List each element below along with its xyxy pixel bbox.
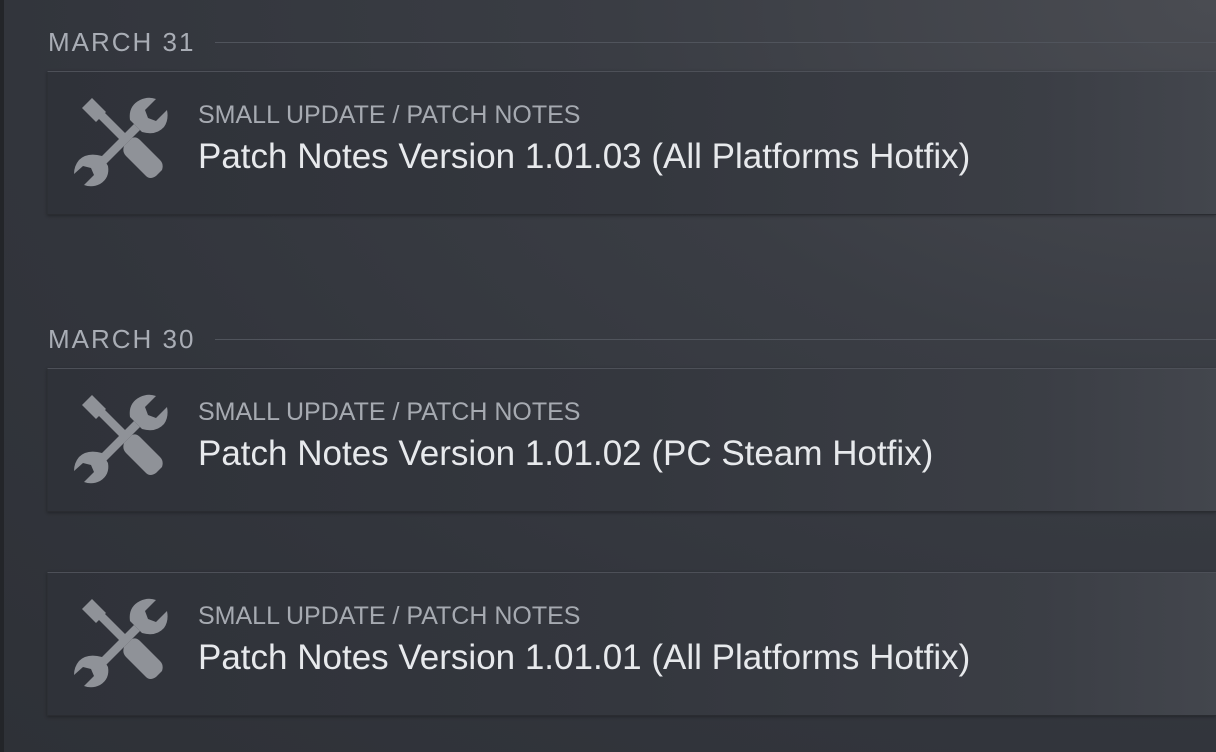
event-title[interactable]: Patch Notes Version 1.01.03 (All Platfor… [198, 137, 970, 177]
section-header-march-31: MARCH 31 [48, 26, 1216, 57]
event-category: SMALL UPDATE / PATCH NOTES [198, 602, 581, 630]
section-date: MARCH 30 [48, 323, 196, 354]
tools-icon [74, 598, 168, 688]
section-header-march-30: MARCH 30 [48, 323, 1216, 354]
event-title[interactable]: Patch Notes Version 1.01.02 (PC Steam Ho… [198, 434, 933, 474]
event-category: SMALL UPDATE / PATCH NOTES [198, 398, 581, 426]
event-card[interactable]: SMALL UPDATE / PATCH NOTES Patch Notes V… [47, 572, 1216, 716]
window-left-edge [0, 0, 4, 752]
event-category: SMALL UPDATE / PATCH NOTES [198, 101, 581, 129]
section-divider [215, 41, 1216, 43]
event-title[interactable]: Patch Notes Version 1.01.01 (All Platfor… [198, 638, 970, 678]
tools-icon [74, 394, 168, 484]
section-divider [215, 338, 1216, 340]
event-card[interactable]: SMALL UPDATE / PATCH NOTES Patch Notes V… [47, 71, 1216, 215]
section-date: MARCH 31 [48, 26, 196, 57]
event-card[interactable]: SMALL UPDATE / PATCH NOTES Patch Notes V… [47, 368, 1216, 512]
tools-icon [74, 97, 168, 187]
